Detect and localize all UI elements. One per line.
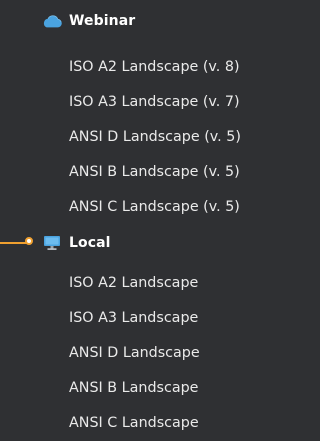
template-item-local-ansi-c[interactable]: ANSI C Landscape <box>69 408 199 438</box>
template-item-local-ansi-d[interactable]: ANSI D Landscape <box>69 338 200 368</box>
template-item-local-iso-a3[interactable]: ISO A3 Landscape <box>69 303 198 333</box>
group-header-local[interactable]: Local <box>0 226 283 260</box>
cloud-icon <box>42 13 62 29</box>
template-item-webinar-ansi-b[interactable]: ANSI B Landscape (v. 5) <box>69 157 240 187</box>
group-header-webinar[interactable]: Webinar <box>0 4 283 38</box>
template-item-webinar-ansi-d[interactable]: ANSI D Landscape (v. 5) <box>69 122 241 152</box>
group-label-webinar: Webinar <box>69 13 136 29</box>
template-item-local-ansi-b[interactable]: ANSI B Landscape <box>69 373 198 403</box>
template-item-webinar-ansi-c[interactable]: ANSI C Landscape (v. 5) <box>69 192 240 222</box>
template-item-local-iso-a2[interactable]: ISO A2 Landscape <box>69 268 198 298</box>
group-label-local: Local <box>69 235 111 251</box>
template-item-webinar-iso-a3[interactable]: ISO A3 Landscape (v. 7) <box>69 87 240 117</box>
template-tree-panel: Webinar ISO A2 Landscape (v. 8) ISO A3 L… <box>0 0 283 441</box>
template-item-webinar-iso-a2[interactable]: ISO A2 Landscape (v. 8) <box>69 52 240 82</box>
monitor-icon <box>42 235 62 251</box>
